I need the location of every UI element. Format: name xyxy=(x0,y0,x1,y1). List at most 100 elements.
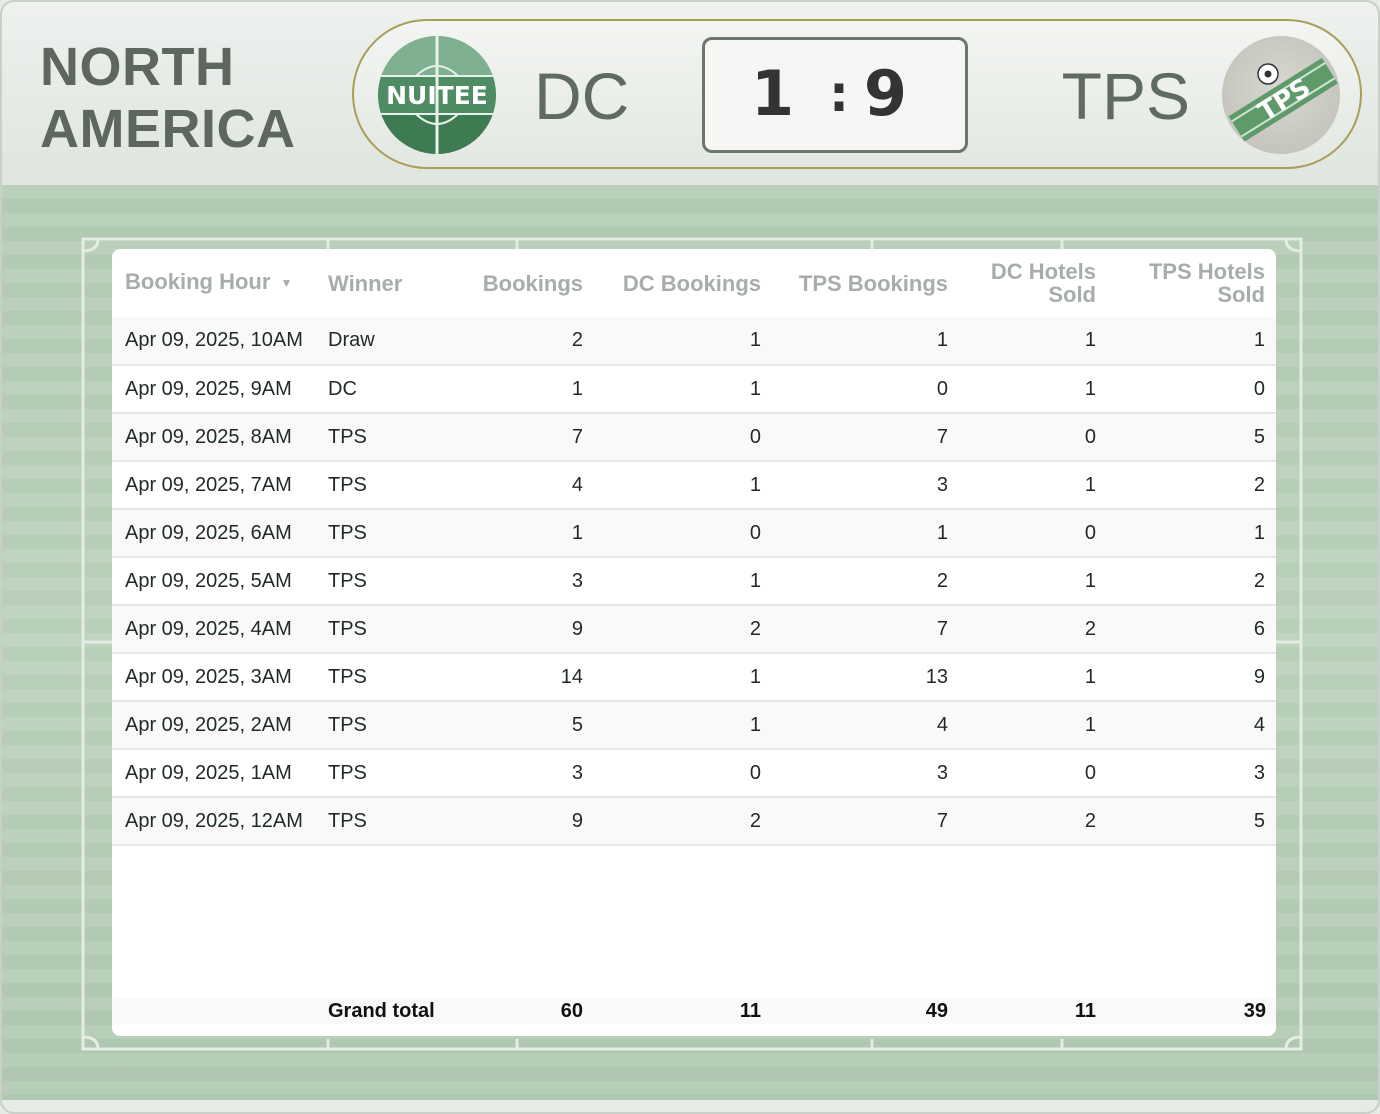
cell-winner: TPS xyxy=(318,701,458,750)
cell-bookings: 14 xyxy=(458,653,593,702)
table-row: Apr 09, 2025, 6AM TPS 1 0 1 0 1 xyxy=(112,509,1276,558)
grand-total-dc-bookings: 11 xyxy=(593,998,771,1024)
cell-bookings: 3 xyxy=(458,557,593,606)
cell-tps-hotels-sold: 3 xyxy=(1106,749,1276,798)
cell-tps-bookings: 3 xyxy=(771,461,958,510)
table-row: Apr 09, 2025, 7AM TPS 4 1 3 1 2 xyxy=(112,461,1276,510)
score-separator: : xyxy=(829,65,849,123)
table-row: Apr 09, 2025, 8AM TPS 7 0 7 0 5 xyxy=(112,413,1276,462)
column-header-dc-hotels-sold[interactable]: DC Hotels Sold xyxy=(958,249,1106,317)
bookings-table-card: Booking Hour ▼ Winner Bookings DC Booking… xyxy=(112,249,1276,1036)
cell-dc-hotels-sold: 2 xyxy=(958,797,1106,846)
cell-dc-bookings: 1 xyxy=(593,365,771,414)
score-box: 1 : 9 xyxy=(702,37,968,153)
cell-tps-hotels-sold: 5 xyxy=(1106,413,1276,462)
cell-dc-hotels-sold: 1 xyxy=(958,461,1106,510)
cell-dc-bookings: 2 xyxy=(593,605,771,654)
column-header-dc-bookings[interactable]: DC Bookings xyxy=(593,249,771,317)
dashboard-frame: NORTH AMERICA NUITEE DC 1: 9 TPS TPS Bo… xyxy=(0,0,1380,1114)
cell-booking-hour: Apr 09, 2025, 9AM xyxy=(112,365,318,414)
cell-winner: TPS xyxy=(318,605,458,654)
cell-tps-bookings: 3 xyxy=(771,749,958,798)
cell-tps-bookings: 2 xyxy=(771,557,958,606)
tps-team-logo: TPS xyxy=(1222,36,1340,154)
cell-booking-hour: Apr 09, 2025, 3AM xyxy=(112,653,318,702)
column-header-winner[interactable]: Winner xyxy=(318,249,458,317)
cell-winner: DC xyxy=(318,365,458,414)
table-row: Apr 09, 2025, 3AM TPS 14 1 13 1 9 xyxy=(112,653,1276,702)
cell-booking-hour: Apr 09, 2025, 10AM xyxy=(112,317,318,366)
cell-tps-hotels-sold: 4 xyxy=(1106,701,1276,750)
dc-team-logo: NUITEE xyxy=(378,36,496,154)
sort-descending-icon[interactable]: ▼ xyxy=(280,276,292,290)
cell-bookings: 9 xyxy=(458,605,593,654)
table-row: Apr 09, 2025, 4AM TPS 9 2 7 2 6 xyxy=(112,605,1276,654)
home-team-name: DC xyxy=(534,59,630,133)
scoreboard: NUITEE DC 1 : 9 TPS TPS xyxy=(352,19,1362,169)
grand-total-row: Grand total 60 11 49 11 39 xyxy=(112,998,1276,1024)
cell-dc-bookings: 2 xyxy=(593,797,771,846)
bottom-strip xyxy=(2,1100,1378,1112)
cell-winner: Draw xyxy=(318,317,458,366)
table-header-row: Booking Hour ▼ Winner Bookings DC Booking… xyxy=(112,249,1276,317)
cell-booking-hour: Apr 09, 2025, 5AM xyxy=(112,557,318,606)
cell-winner: TPS xyxy=(318,557,458,606)
grand-total-bookings: 60 xyxy=(458,998,593,1024)
cell-tps-bookings: 4 xyxy=(771,701,958,750)
cell-dc-hotels-sold: 1 xyxy=(958,365,1106,414)
grand-total-tps-hotels-sold: 39 xyxy=(1106,998,1276,1024)
grand-total-label: Grand total xyxy=(318,998,458,1024)
grand-total-tps-bookings: 49 xyxy=(771,998,958,1024)
column-header-tps-bookings[interactable]: TPS Bookings xyxy=(771,249,958,317)
column-header-tps-hotels-sold[interactable]: TPS Hotels Sold xyxy=(1106,249,1276,317)
cell-dc-bookings: 1 xyxy=(593,557,771,606)
cell-booking-hour: Apr 09, 2025, 12AM xyxy=(112,797,318,846)
table-row: Apr 09, 2025, 1AM TPS 3 0 3 0 3 xyxy=(112,749,1276,798)
cell-dc-hotels-sold: 0 xyxy=(958,509,1106,558)
region-title: NORTH AMERICA xyxy=(40,36,296,160)
cell-booking-hour: Apr 09, 2025, 2AM xyxy=(112,701,318,750)
cell-tps-bookings: 7 xyxy=(771,413,958,462)
header-bar: NORTH AMERICA NUITEE DC 1: 9 TPS TPS xyxy=(2,2,1378,185)
tps-logo-icon: TPS xyxy=(1228,57,1338,142)
region-title-line-1: NORTH xyxy=(40,37,235,97)
cell-bookings: 3 xyxy=(458,749,593,798)
home-score: 1 xyxy=(751,57,795,130)
cell-dc-bookings: 0 xyxy=(593,749,771,798)
cell-tps-bookings: 13 xyxy=(771,653,958,702)
cell-tps-hotels-sold: 2 xyxy=(1106,461,1276,510)
cell-winner: TPS xyxy=(318,413,458,462)
bookings-table: Booking Hour ▼ Winner Bookings DC Booking… xyxy=(112,249,1276,846)
table-row: Apr 09, 2025, 2AM TPS 5 1 4 1 4 xyxy=(112,701,1276,750)
table-row: Apr 09, 2025, 9AM DC 1 1 0 1 0 xyxy=(112,365,1276,414)
cell-bookings: 9 xyxy=(458,797,593,846)
cell-bookings: 2 xyxy=(458,317,593,366)
cell-tps-hotels-sold: 6 xyxy=(1106,605,1276,654)
cell-dc-bookings: 0 xyxy=(593,509,771,558)
cell-bookings: 7 xyxy=(458,413,593,462)
cell-dc-hotels-sold: 2 xyxy=(958,605,1106,654)
cell-tps-bookings: 7 xyxy=(771,605,958,654)
cell-dc-hotels-sold: 1 xyxy=(958,701,1106,750)
cell-tps-hotels-sold: 5 xyxy=(1106,797,1276,846)
cell-booking-hour: Apr 09, 2025, 4AM xyxy=(112,605,318,654)
grand-total-dc-hotels-sold: 11 xyxy=(958,998,1106,1024)
table-row: Apr 09, 2025, 12AM TPS 9 2 7 2 5 xyxy=(112,797,1276,846)
grand-total-table: Grand total 60 11 49 11 39 xyxy=(112,998,1276,1024)
cell-booking-hour: Apr 09, 2025, 6AM xyxy=(112,509,318,558)
cell-winner: TPS xyxy=(318,749,458,798)
table-row: Apr 09, 2025, 5AM TPS 3 1 2 1 2 xyxy=(112,557,1276,606)
cell-tps-bookings: 0 xyxy=(771,365,958,414)
cell-dc-hotels-sold: 1 xyxy=(958,317,1106,366)
cell-dc-bookings: 1 xyxy=(593,461,771,510)
table-row: Apr 09, 2025, 10AM Draw 2 1 1 1 1 xyxy=(112,317,1276,366)
cell-bookings: 1 xyxy=(458,509,593,558)
column-header-booking-hour[interactable]: Booking Hour ▼ xyxy=(112,249,318,317)
cell-winner: TPS xyxy=(318,797,458,846)
cell-tps-bookings: 1 xyxy=(771,317,958,366)
column-header-bookings[interactable]: Bookings xyxy=(458,249,593,317)
cell-tps-hotels-sold: 9 xyxy=(1106,653,1276,702)
region-title-line-2: AMERICA xyxy=(40,99,296,159)
cell-bookings: 4 xyxy=(458,461,593,510)
cell-tps-bookings: 7 xyxy=(771,797,958,846)
